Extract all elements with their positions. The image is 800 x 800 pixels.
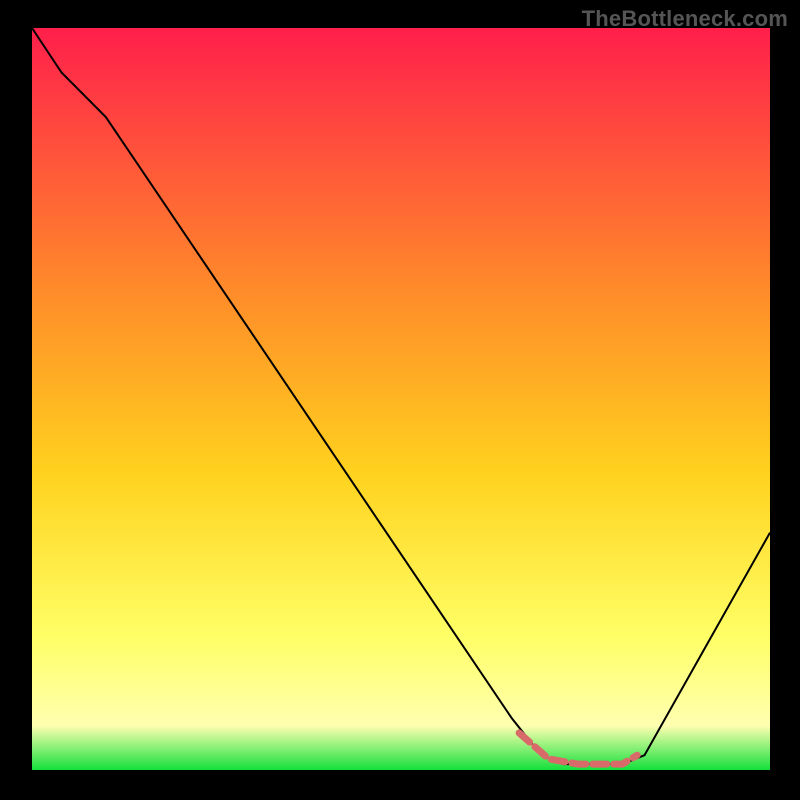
chart-background — [32, 28, 770, 770]
chart-plot-area — [32, 28, 770, 770]
watermark-text: TheBottleneck.com — [582, 6, 788, 32]
bottleneck-curve-chart — [32, 28, 770, 770]
